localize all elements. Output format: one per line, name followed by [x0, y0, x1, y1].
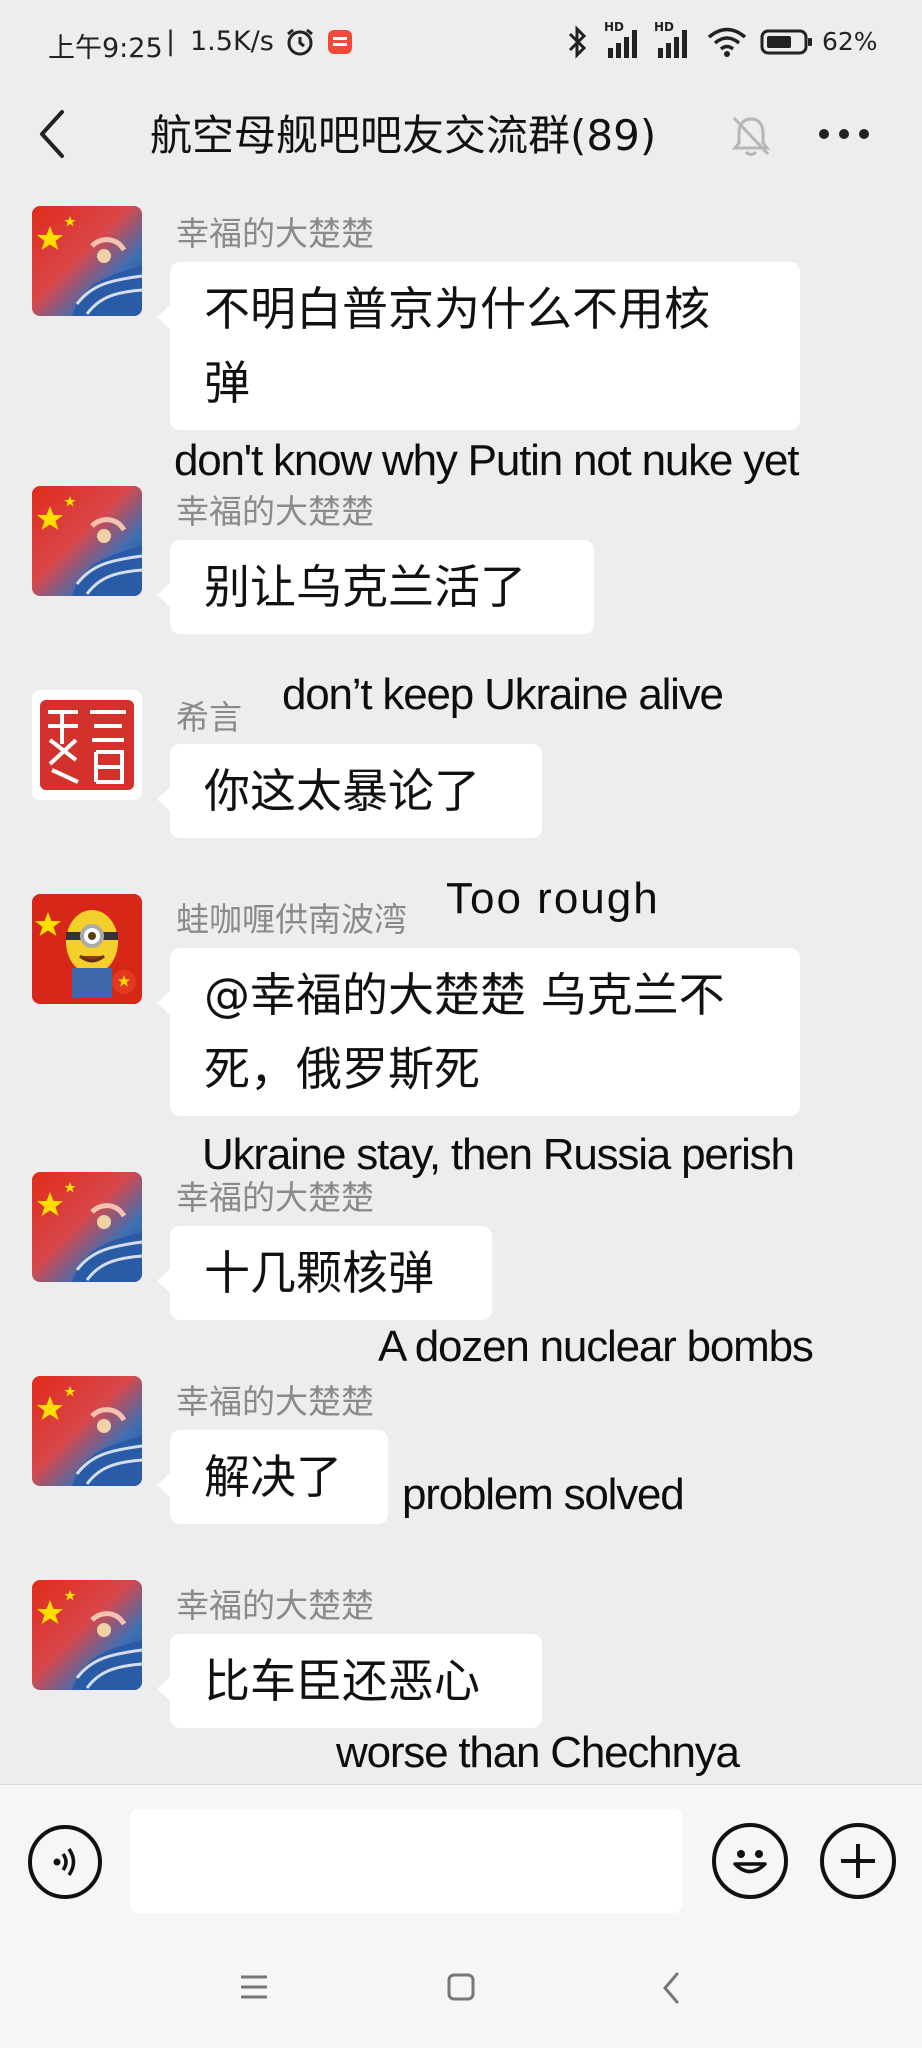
- voice-input-button[interactable]: [28, 1825, 102, 1899]
- voice-icon: [53, 1848, 76, 1876]
- flag-wave-avatar-icon: [32, 206, 142, 316]
- bluetooth-icon: [566, 24, 590, 64]
- more-functions-button[interactable]: [820, 1823, 896, 1899]
- message-bubble[interactable]: @幸福的大楚楚 乌克兰不 死，俄罗斯死: [157, 948, 800, 1116]
- more-options-icon[interactable]: [818, 124, 870, 148]
- battery-percent: 62%: [822, 27, 878, 56]
- message-text-line: 你这太暴论了: [204, 764, 480, 818]
- sender-name: 幸福的大楚楚: [176, 492, 374, 531]
- sender-avatar[interactable]: [32, 1580, 142, 1690]
- message-text-line: 不明白普京为什么不用核: [204, 282, 710, 336]
- system-nav-bar: [0, 1938, 922, 2048]
- sender-name: 幸福的大楚楚: [176, 1586, 374, 1625]
- menu-icon[interactable]: [238, 1972, 270, 2006]
- battery-icon: [760, 28, 814, 60]
- translation-caption: A dozen nuclear bombs: [378, 1322, 814, 1371]
- flag-wave-avatar-icon: [32, 1172, 142, 1282]
- chat-title: 航空母舰吧吧友交流群(89): [150, 111, 657, 160]
- app-notification-icon: [326, 28, 354, 60]
- status-separator: |: [166, 26, 176, 57]
- minion-flag-avatar-icon: [32, 894, 142, 1004]
- flag-wave-avatar-icon: [32, 486, 142, 596]
- message-text-line: 比车臣还恶心: [204, 1654, 480, 1708]
- input-bar: [0, 1784, 922, 1938]
- message-bubble[interactable]: 比车臣还恶心: [157, 1634, 542, 1728]
- message-text-line: 别让乌克兰活了: [204, 560, 526, 614]
- message-text-line: 十几颗核弹: [204, 1246, 434, 1300]
- translation-caption: problem solved: [402, 1470, 685, 1519]
- seal-avatar-icon: [32, 690, 142, 800]
- message-text-line: @幸福的大楚楚 乌克兰不: [204, 968, 725, 1022]
- message-text-line: 解决了: [204, 1450, 342, 1504]
- flag-wave-avatar-icon: [32, 1580, 142, 1690]
- emoji-button[interactable]: [712, 1823, 788, 1899]
- network-speed: 1.5K/s: [190, 26, 274, 57]
- home-icon[interactable]: [446, 1972, 476, 2006]
- sender-name: 幸福的大楚楚: [176, 1382, 374, 1421]
- translation-caption: don't know why Putin not nuke yet: [174, 436, 800, 485]
- message-bubble[interactable]: 解决了: [157, 1430, 388, 1524]
- signal-icon-1: HD: [604, 20, 644, 64]
- sender-name: 蛙咖喱供南波湾: [176, 900, 407, 939]
- message-bubble[interactable]: 别让乌克兰活了: [157, 540, 594, 634]
- translation-caption: Ukraine stay, then Russia perish: [202, 1130, 795, 1179]
- plus-icon: [841, 1844, 875, 1878]
- emoji-icon: [733, 1850, 767, 1874]
- status-time: 上午9:25: [48, 33, 163, 64]
- message-text-line: 弹: [204, 356, 250, 410]
- translation-caption: don’t keep Ukraine alive: [282, 670, 724, 719]
- sender-avatar[interactable]: [32, 690, 142, 800]
- translation-caption: worse than Chechnya: [336, 1728, 740, 1777]
- sender-avatar[interactable]: [32, 1172, 142, 1282]
- status-bar: 上午9:25 | 1.5K/s HD HD 62%: [0, 0, 922, 84]
- signal-icon-2: HD: [654, 20, 694, 64]
- sender-avatar[interactable]: [32, 894, 142, 1004]
- sender-avatar[interactable]: [32, 1376, 142, 1486]
- back-icon[interactable]: [34, 108, 70, 164]
- message-bubble[interactable]: 不明白普京为什么不用核 弹: [157, 262, 800, 430]
- sender-avatar[interactable]: [32, 486, 142, 596]
- message-bubble[interactable]: 你这太暴论了: [157, 744, 542, 838]
- wifi-icon: [706, 26, 748, 62]
- mute-bell-icon: [730, 114, 772, 162]
- nav-back-icon[interactable]: [660, 1970, 682, 2010]
- flag-wave-avatar-icon: [32, 1376, 142, 1486]
- translation-caption: Too rough: [446, 874, 660, 923]
- chat-header: 航空母舰吧吧友交流群(89): [0, 84, 922, 184]
- sender-name: 幸福的大楚楚: [176, 1178, 374, 1217]
- sender-name: 希言: [176, 698, 242, 737]
- message-bubble[interactable]: 十几颗核弹: [157, 1226, 492, 1320]
- sender-avatar[interactable]: [32, 206, 142, 316]
- sender-name: 幸福的大楚楚: [176, 214, 374, 253]
- message-input[interactable]: [130, 1809, 682, 1913]
- message-text-line: 死，俄罗斯死: [204, 1042, 480, 1096]
- alarm-icon: [284, 26, 316, 62]
